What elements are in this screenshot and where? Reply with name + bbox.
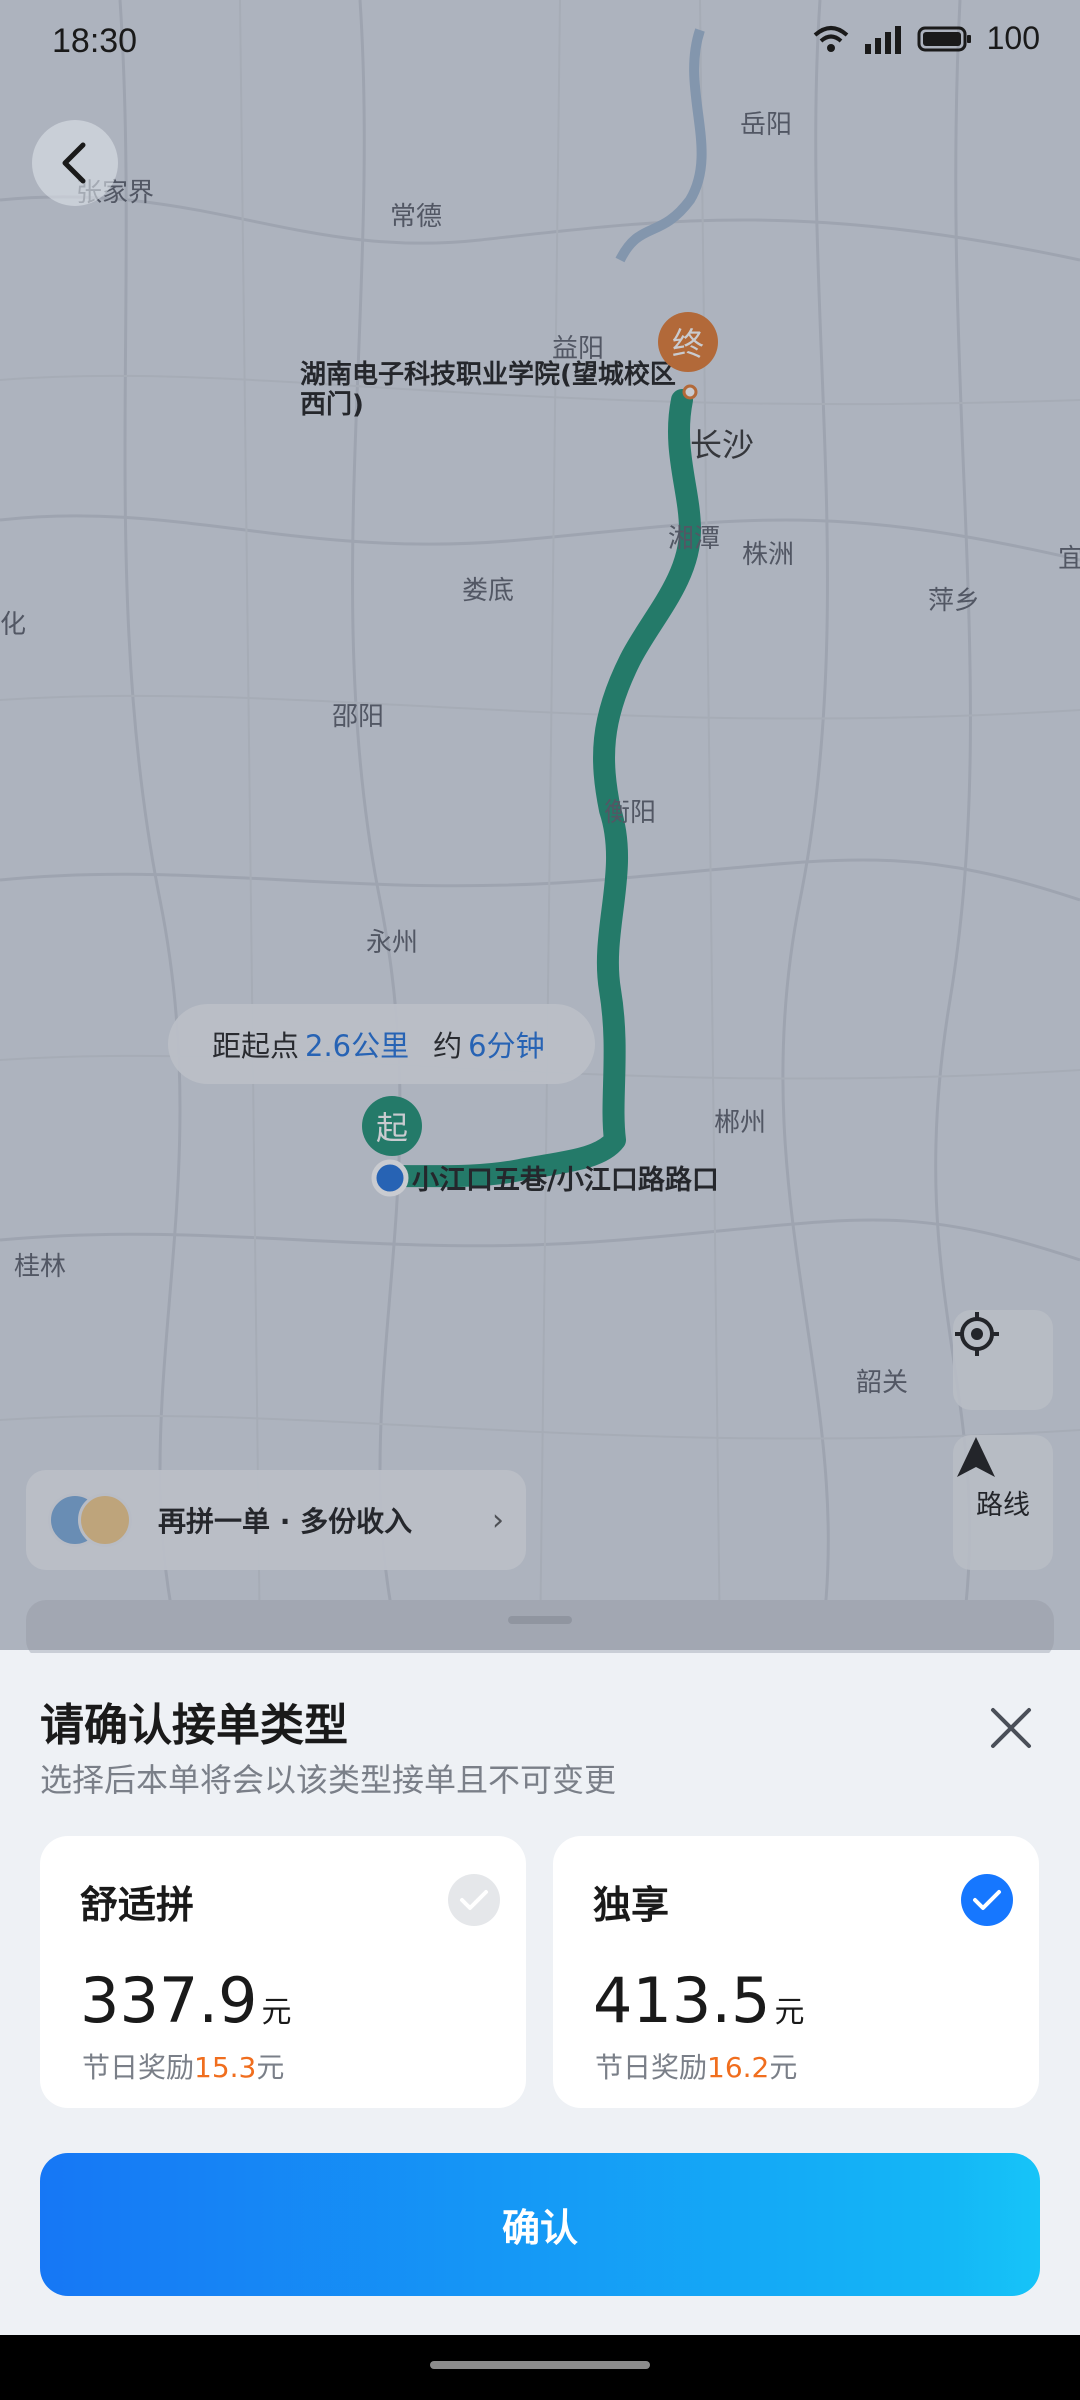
- modal-overlay: [0, 0, 1080, 1650]
- close-button[interactable]: [976, 1693, 1046, 1763]
- option-price: 413.5 元: [593, 1964, 805, 2037]
- option-name: 独享: [593, 1883, 670, 1927]
- bonus-unit: 元: [769, 2051, 798, 2084]
- holiday-bonus: 节日奖励15.3元: [82, 2046, 284, 2086]
- option-price: 337.9 元: [80, 1964, 292, 2037]
- status-bar: 18:30 100: [0, 0, 1080, 80]
- status-time: 18:30: [52, 22, 138, 60]
- status-icons: 100: [813, 20, 1040, 57]
- battery-level: 100: [986, 20, 1040, 56]
- unchecked-icon[interactable]: [448, 1874, 500, 1926]
- bonus-prefix: 节日奖励: [82, 2051, 195, 2084]
- price-value: 337.9: [80, 1964, 258, 2037]
- chevron-left-icon: [62, 142, 86, 184]
- option-card-exclusive[interactable]: 独享 413.5 元 节日奖励16.2元: [553, 1836, 1039, 2108]
- sheet-subtitle: 选择后本单将会以该类型接单且不可变更: [40, 1761, 617, 1799]
- bonus-amount: 15.3: [194, 2051, 257, 2084]
- signal-icon: [864, 25, 901, 54]
- sheet-title: 请确认接单类型: [40, 1700, 348, 1751]
- confirm-button[interactable]: 确认: [40, 2153, 1040, 2296]
- checked-icon[interactable]: [961, 1874, 1013, 1926]
- checkmark-icon: [460, 1890, 488, 1910]
- back-button[interactable]: [32, 120, 118, 206]
- option-card-shared[interactable]: 舒适拼 337.9 元 节日奖励15.3元: [40, 1836, 526, 2108]
- close-icon: [991, 1708, 1031, 1748]
- price-unit: 元: [261, 1995, 292, 2030]
- option-name: 舒适拼: [80, 1883, 195, 1927]
- system-nav-bar: [0, 2335, 1080, 2400]
- battery-icon: [917, 26, 971, 51]
- wifi-icon: [813, 25, 848, 52]
- bonus-amount: 16.2: [707, 2051, 770, 2084]
- price-unit: 元: [774, 1995, 805, 2030]
- price-value: 413.5: [593, 1964, 771, 2037]
- checkmark-icon: [973, 1890, 1001, 1910]
- bonus-unit: 元: [256, 2051, 285, 2084]
- home-indicator[interactable]: [430, 2361, 650, 2369]
- bonus-prefix: 节日奖励: [595, 2051, 708, 2084]
- holiday-bonus: 节日奖励16.2元: [595, 2046, 797, 2086]
